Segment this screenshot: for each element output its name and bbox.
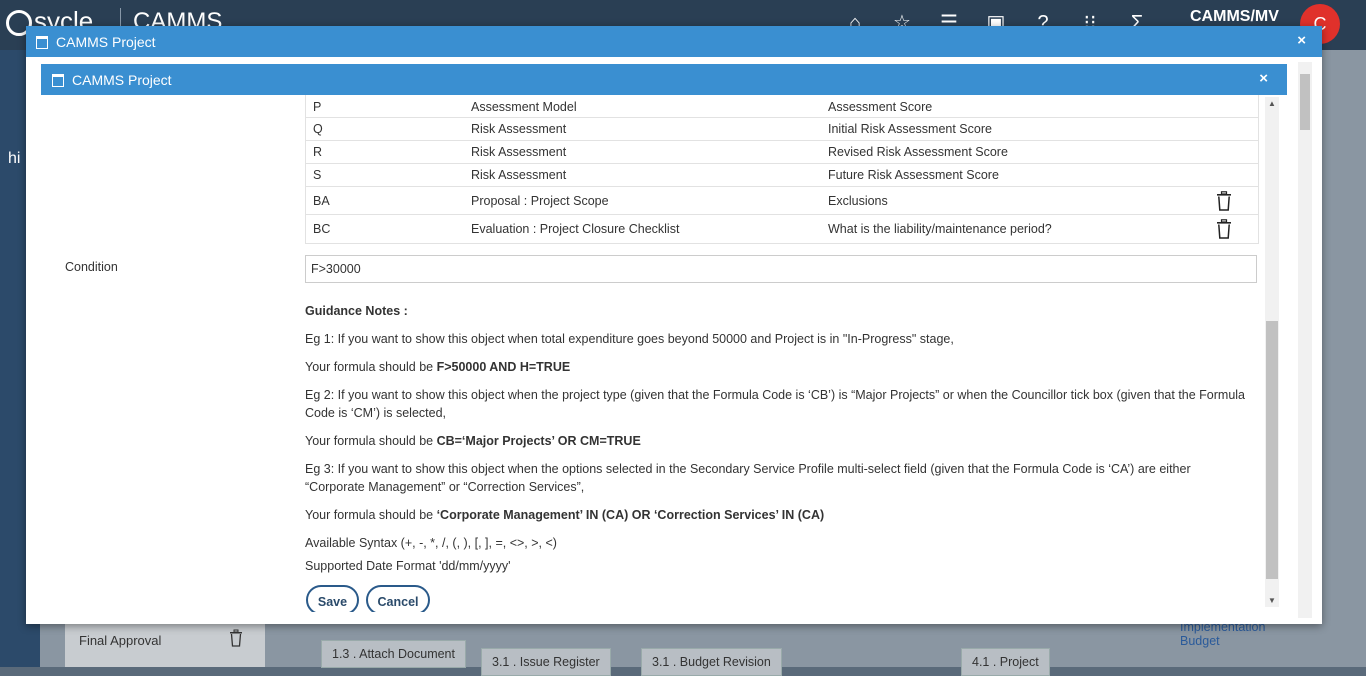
table-row: BC Evaluation : Project Closure Checklis… bbox=[305, 215, 1259, 244]
table-row: Q Risk Assessment Initial Risk Assessmen… bbox=[305, 118, 1259, 141]
field-name: What is the liability/maintenance period… bbox=[828, 222, 1052, 236]
scroll-up-icon[interactable]: ▲ bbox=[1268, 99, 1276, 108]
user-label[interactable]: CAMMS/MV bbox=[1190, 8, 1279, 26]
category: Proposal : Project Scope bbox=[471, 194, 609, 208]
outer-modal-header: CAMMS Project × bbox=[26, 26, 1322, 57]
scroll-down-icon[interactable]: ▼ bbox=[1268, 596, 1276, 605]
inner-close-button[interactable]: × bbox=[1259, 70, 1268, 87]
cancel-button[interactable]: Cancel bbox=[366, 585, 430, 612]
formula-code: Q bbox=[313, 122, 323, 136]
field-name: Initial Risk Assessment Score bbox=[828, 122, 992, 136]
category: Assessment Model bbox=[471, 100, 577, 114]
window-icon bbox=[52, 74, 64, 87]
table-row: S Risk Assessment Future Risk Assessment… bbox=[305, 164, 1259, 187]
inner-scrollbar[interactable]: ▲ ▼ bbox=[1265, 97, 1279, 607]
category: Risk Assessment bbox=[471, 168, 567, 182]
guidance-eg3: Eg 3: If you want to show this object wh… bbox=[305, 462, 1191, 494]
table-row: P Assessment Model Assessment Score bbox=[305, 95, 1259, 118]
formula-code: S bbox=[313, 168, 322, 182]
formula-code: P bbox=[313, 100, 322, 114]
trash-icon[interactable] bbox=[229, 629, 243, 650]
outer-close-button[interactable]: × bbox=[1297, 32, 1306, 49]
available-syntax: Available Syntax (+, -, *, /, (, ), [, ]… bbox=[305, 536, 557, 550]
outer-scrollbar[interactable] bbox=[1298, 62, 1312, 618]
delete-row-icon[interactable] bbox=[1216, 219, 1232, 242]
field-name: Future Risk Assessment Score bbox=[828, 168, 999, 182]
project-node[interactable]: 4.1 . Project bbox=[961, 648, 1050, 676]
delete-row-icon[interactable] bbox=[1216, 191, 1232, 214]
field-name: Exclusions bbox=[828, 194, 888, 208]
final-approval-label: Final Approval bbox=[79, 633, 162, 648]
guidance-formula1: Your formula should be F>50000 AND H=TRU… bbox=[305, 360, 571, 374]
formula-code: BA bbox=[313, 194, 330, 208]
guidance-formula3: Your formula should be ‘Corporate Manage… bbox=[305, 508, 825, 522]
condition-label: Condition bbox=[65, 260, 118, 274]
date-format: Supported Date Format 'dd/mm/yyyy' bbox=[305, 559, 511, 573]
formula-code: BC bbox=[313, 222, 331, 236]
inner-modal-title: CAMMS Project bbox=[72, 72, 172, 88]
side-text: hi bbox=[8, 150, 21, 167]
save-button[interactable]: Save bbox=[306, 585, 359, 612]
inner-modal-body: P Assessment Model Assessment Score Q Ri… bbox=[41, 95, 1263, 612]
category: Evaluation : Project Closure Checklist bbox=[471, 222, 680, 236]
condition-input[interactable] bbox=[305, 255, 1257, 283]
guidance-title: Guidance Notes : bbox=[305, 304, 408, 318]
category: Risk Assessment bbox=[471, 122, 567, 136]
window-icon bbox=[36, 36, 48, 49]
table-row: BA Proposal : Project Scope Exclusions bbox=[305, 187, 1259, 215]
implementation-budget-link[interactable]: Implementation Budget bbox=[1180, 620, 1300, 648]
category: Risk Assessment bbox=[471, 145, 567, 159]
attach-document-node[interactable]: 1.3 . Attach Document bbox=[321, 640, 466, 668]
issue-register-node[interactable]: 3.1 . Issue Register bbox=[481, 648, 611, 676]
outer-modal-title: CAMMS Project bbox=[56, 34, 156, 50]
guidance-formula2: Your formula should be CB=‘Major Project… bbox=[305, 434, 641, 448]
budget-revision-node[interactable]: 3.1 . Budget Revision bbox=[641, 648, 782, 676]
inner-modal-header: CAMMS Project × bbox=[41, 64, 1287, 95]
table-row: R Risk Assessment Revised Risk Assessmen… bbox=[305, 141, 1259, 164]
field-name: Assessment Score bbox=[828, 100, 933, 114]
outer-scroll-thumb[interactable] bbox=[1300, 74, 1310, 130]
inner-scroll-thumb[interactable] bbox=[1266, 321, 1278, 579]
inner-modal: CAMMS Project × P Assessment Model Asses… bbox=[41, 64, 1287, 612]
formula-code: R bbox=[313, 145, 323, 159]
guidance-eg2: Eg 2: If you want to show this object wh… bbox=[305, 388, 1246, 420]
guidance-eg1: Eg 1: If you want to show this object wh… bbox=[305, 332, 954, 346]
field-name: Revised Risk Assessment Score bbox=[828, 145, 1008, 159]
